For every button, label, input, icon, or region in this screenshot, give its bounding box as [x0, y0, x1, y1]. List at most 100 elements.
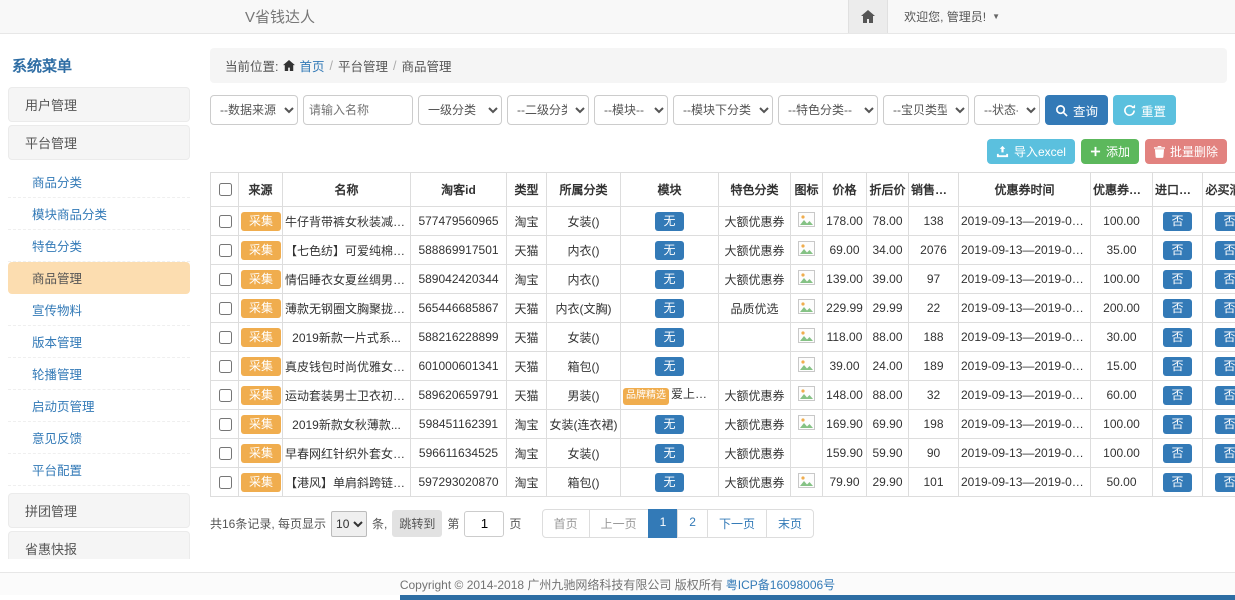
import-select-toggle[interactable]: 否: [1163, 241, 1191, 260]
sidebar-group[interactable]: 拼团管理: [8, 493, 190, 528]
page-button[interactable]: 上一页: [589, 509, 649, 538]
price: 39.00: [823, 352, 867, 381]
add-button[interactable]: 添加: [1081, 139, 1139, 164]
row-checkbox[interactable]: [219, 418, 232, 431]
name-filter-input[interactable]: [303, 95, 413, 125]
sidebar-item[interactable]: 意见反馈: [8, 422, 190, 454]
must-buy-toggle[interactable]: 否: [1215, 212, 1235, 231]
row-checkbox[interactable]: [219, 331, 232, 344]
module-badge: 品牌精选: [623, 388, 669, 405]
sidebar-group[interactable]: 用户管理: [8, 87, 190, 122]
breadcrumb-home-link[interactable]: 首页: [283, 56, 324, 75]
sidebar-item[interactable]: 宣传物料: [8, 294, 190, 326]
page-button[interactable]: 2: [677, 509, 708, 538]
must-buy-toggle[interactable]: 否: [1215, 386, 1235, 405]
sidebar-item[interactable]: 特色分类: [8, 230, 190, 262]
source-badge: 采集: [241, 212, 281, 231]
source-badge: 采集: [241, 386, 281, 405]
reset-button[interactable]: 重置: [1113, 95, 1176, 125]
must-buy-toggle[interactable]: 否: [1215, 328, 1235, 347]
icp-link[interactable]: 粤ICP备16098006号: [726, 576, 835, 593]
discount-price: 88.00: [867, 323, 909, 352]
price: 139.00: [823, 265, 867, 294]
row-checkbox[interactable]: [219, 244, 232, 257]
import-select-toggle[interactable]: 否: [1163, 415, 1191, 434]
search-button[interactable]: 查询: [1045, 95, 1108, 125]
must-buy-toggle[interactable]: 否: [1215, 444, 1235, 463]
page-button[interactable]: 首页: [542, 509, 590, 538]
row-checkbox[interactable]: [219, 389, 232, 402]
taoke-id: 597293020870: [411, 468, 507, 497]
status-select[interactable]: --状态--: [974, 95, 1040, 125]
sidebar-item[interactable]: 商品分类: [8, 166, 190, 198]
sidebar-item[interactable]: 平台配置: [8, 454, 190, 486]
product-type: 淘宝: [507, 207, 547, 236]
module-select[interactable]: --模块--: [594, 95, 668, 125]
import-select-toggle[interactable]: 否: [1163, 386, 1191, 405]
discount-price: 34.00: [867, 236, 909, 265]
sidebar-group[interactable]: 省惠快报: [8, 531, 190, 559]
select-all-header: [211, 173, 239, 207]
sidebar-item[interactable]: 商品管理: [8, 262, 190, 294]
row-checkbox[interactable]: [219, 447, 232, 460]
jump-button[interactable]: 跳转到: [392, 510, 442, 537]
import-select-toggle[interactable]: 否: [1163, 328, 1191, 347]
sidebar-item[interactable]: 启动页管理: [8, 390, 190, 422]
product-name: 2019新款一片式系...: [283, 323, 411, 352]
must-buy-toggle[interactable]: 否: [1215, 299, 1235, 318]
pagination-summary: 共16条记录, 每页显示 10 条, 跳转到 第 页: [210, 510, 521, 537]
must-buy-toggle[interactable]: 否: [1215, 241, 1235, 260]
sidebar-item[interactable]: 版本管理: [8, 326, 190, 358]
module-subcategory-select[interactable]: --模块下分类--: [673, 95, 773, 125]
level2-category-select[interactable]: --二级分类--: [507, 95, 589, 125]
page-jump-input[interactable]: [464, 511, 504, 537]
sidebar-group[interactable]: 平台管理: [8, 125, 190, 160]
sidebar-item[interactable]: 轮播管理: [8, 358, 190, 390]
per-page-select[interactable]: 10: [331, 511, 367, 537]
product-thumbnail-icon: [798, 473, 815, 488]
home-button[interactable]: [848, 0, 888, 33]
source-filter-select[interactable]: --数据来源--: [210, 95, 298, 125]
import-select-toggle[interactable]: 否: [1163, 444, 1191, 463]
page-button[interactable]: 下一页: [707, 509, 767, 538]
must-buy-toggle[interactable]: 否: [1215, 270, 1235, 289]
level1-category-select[interactable]: 一级分类: [418, 95, 502, 125]
must-buy-toggle[interactable]: 否: [1215, 473, 1235, 492]
row-checkbox[interactable]: [219, 476, 232, 489]
row-checkbox[interactable]: [219, 273, 232, 286]
import-select-toggle[interactable]: 否: [1163, 212, 1191, 231]
breadcrumb: 当前位置: 首页 / 平台管理 / 商品管理: [210, 48, 1227, 83]
taoke-id: 598451162391: [411, 410, 507, 439]
source-badge: 采集: [241, 241, 281, 260]
import-select-toggle[interactable]: 否: [1163, 473, 1191, 492]
item-type-select[interactable]: --宝贝类型--: [883, 95, 969, 125]
import-excel-button[interactable]: 导入excel: [987, 139, 1075, 164]
coupon-amount: 100.00: [1091, 439, 1153, 468]
user-menu[interactable]: 欢迎您, 管理员! ▼: [888, 8, 1010, 25]
feature-category-select[interactable]: --特色分类--: [778, 95, 878, 125]
sales-count: 138: [909, 207, 959, 236]
table-row: 采集情侣睡衣女夏丝绸男士...589042420344淘宝内衣()无大额优惠券1…: [211, 265, 1235, 294]
page-button[interactable]: 末页: [766, 509, 814, 538]
select-all-checkbox[interactable]: [219, 183, 232, 196]
source-badge: 采集: [241, 473, 281, 492]
row-checkbox[interactable]: [219, 360, 232, 373]
coupon-time: 2019-09-13—2019-09-17: [959, 294, 1091, 323]
product-name: 薄款无钢圈文胸聚拢性...: [283, 294, 411, 323]
import-select-toggle[interactable]: 否: [1163, 357, 1191, 376]
product-type: 淘宝: [507, 265, 547, 294]
product-type: 天猫: [507, 381, 547, 410]
row-checkbox[interactable]: [219, 215, 232, 228]
row-checkbox[interactable]: [219, 302, 232, 315]
sidebar-item[interactable]: 模块商品分类: [8, 198, 190, 230]
must-buy-toggle[interactable]: 否: [1215, 357, 1235, 376]
upload-icon: [996, 145, 1009, 158]
import-select-toggle[interactable]: 否: [1163, 299, 1191, 318]
coupon-time: 2019-09-13—2019-09-17: [959, 207, 1091, 236]
batch-delete-button[interactable]: 批量删除: [1145, 139, 1227, 164]
module-none-badge: 无: [655, 212, 683, 231]
page-button[interactable]: 1: [648, 509, 679, 538]
must-buy-toggle[interactable]: 否: [1215, 415, 1235, 434]
coupon-time: 2019-09-13—2019-09-18: [959, 236, 1091, 265]
import-select-toggle[interactable]: 否: [1163, 270, 1191, 289]
